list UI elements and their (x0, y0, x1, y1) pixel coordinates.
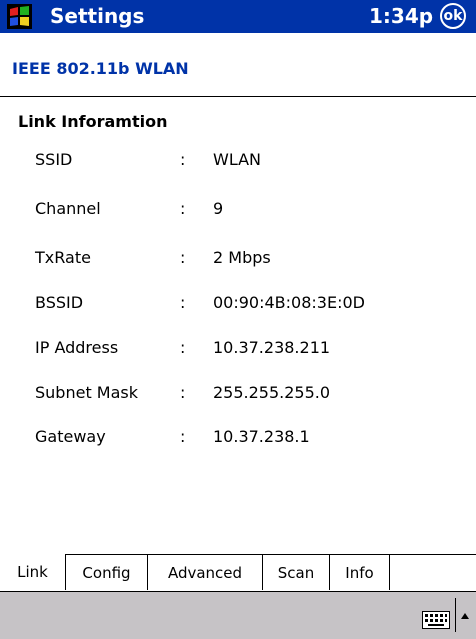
info-separator: : (180, 150, 186, 169)
info-label: Gateway (35, 427, 106, 446)
info-label: BSSID (35, 293, 84, 312)
app-title: IEEE 802.11b WLAN (12, 59, 189, 78)
window-title: Settings (50, 4, 145, 28)
menu-divider (455, 598, 456, 632)
info-row-txrate: TxRate : 2 Mbps (0, 243, 476, 273)
tab-config[interactable]: Config (65, 554, 147, 590)
info-value: 00:90:4B:08:3E:0D (213, 293, 365, 312)
info-label: SSID (35, 150, 73, 169)
info-label: Subnet Mask (35, 383, 139, 402)
info-label: Channel (35, 199, 101, 218)
info-value: 10.37.238.211 (213, 338, 331, 357)
info-separator: : (180, 248, 186, 267)
section-title: Link Inforamtion (18, 112, 168, 131)
info-value: 10.37.238.1 (213, 427, 310, 446)
info-row-ssid: SSID : WLAN (0, 145, 476, 175)
tab-advanced[interactable]: Advanced (147, 554, 262, 590)
ok-button[interactable]: ok (440, 3, 466, 29)
windows-flag-icon[interactable] (7, 4, 32, 29)
clock[interactable]: 1:34p (369, 3, 433, 30)
info-separator: : (180, 338, 186, 357)
info-separator: : (180, 293, 186, 312)
info-row-gateway: Gateway : 10.37.238.1 (0, 422, 476, 452)
info-value: WLAN (213, 150, 262, 169)
tab-scan[interactable]: Scan (262, 554, 329, 590)
info-label: IP Address (35, 338, 119, 357)
tab-strip-filler (390, 554, 476, 590)
info-separator: : (180, 383, 186, 402)
menu-bar (0, 591, 476, 639)
info-row-subnet-mask: Subnet Mask : 255.255.255.0 (0, 378, 476, 408)
info-separator: : (180, 427, 186, 446)
tab-info[interactable]: Info (329, 554, 390, 590)
info-value: 2 Mbps (213, 248, 271, 267)
info-label: TxRate (35, 248, 91, 267)
info-row-ip-address: IP Address : 10.37.238.211 (0, 333, 476, 363)
arrow-up-icon[interactable] (460, 612, 470, 624)
info-value: 255.255.255.0 (213, 383, 331, 402)
app-header: IEEE 802.11b WLAN (0, 33, 476, 97)
tab-link[interactable]: Link (0, 554, 65, 590)
keyboard-icon[interactable] (422, 611, 450, 629)
info-value: 9 (213, 199, 224, 218)
info-row-channel: Channel : 9 (0, 194, 476, 224)
info-separator: : (180, 199, 186, 218)
info-row-bssid: BSSID : 00:90:4B:08:3E:0D (0, 288, 476, 318)
title-bar: Settings 1:34p ok (0, 0, 476, 33)
